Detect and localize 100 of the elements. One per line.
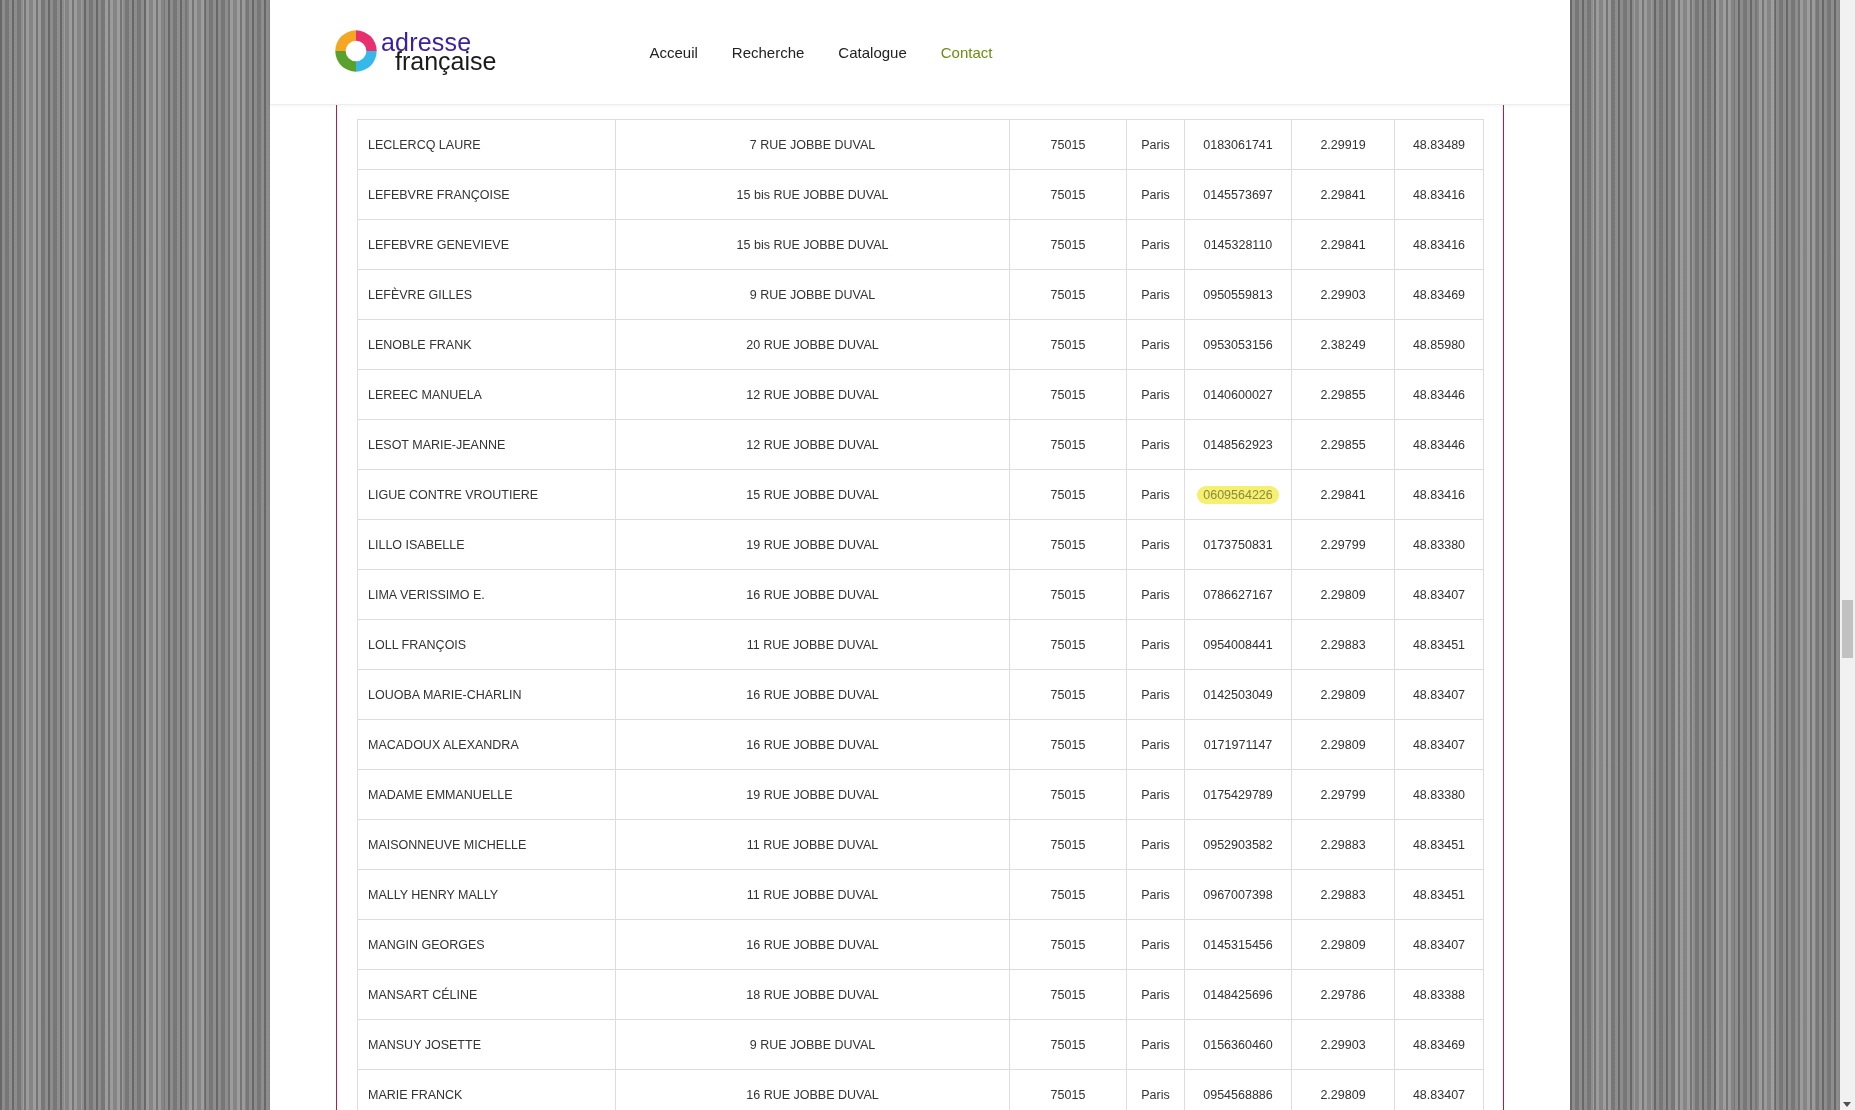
table-cell: 2.29855 [1291, 419, 1395, 470]
table-cell: 2.29809 [1291, 569, 1395, 620]
table-cell: 2.29799 [1291, 769, 1395, 820]
table-cell: Paris [1126, 219, 1185, 270]
table-cell: 48.83451 [1394, 869, 1484, 920]
table-cell: 2.29903 [1291, 1019, 1395, 1070]
table-cell: Paris [1126, 169, 1185, 220]
table-cell: Paris [1126, 519, 1185, 570]
table-cell: 15 RUE JOBBE DUVAL [615, 469, 1010, 520]
phone-number: 0145328110 [1202, 236, 1274, 254]
table-cell: 2.29799 [1291, 519, 1395, 570]
table-cell: MANSUY JOSETTE [357, 1019, 616, 1070]
table-cell: 75015 [1009, 269, 1127, 320]
table-cell: 12 RUE JOBBE DUVAL [615, 369, 1010, 420]
table-cell: 75015 [1009, 869, 1127, 920]
phone-number: 0950559813 [1202, 286, 1274, 304]
scroll-down-icon[interactable] [1843, 1102, 1851, 1107]
phone-number: 0183061741 [1202, 136, 1274, 154]
table-cell: 48.85980 [1394, 319, 1484, 370]
table-cell: MANGIN GEORGES [357, 919, 616, 970]
scrollbar-thumb[interactable] [1842, 600, 1853, 658]
phone-number: 0148562923 [1202, 436, 1274, 454]
table-cell: 48.83416 [1394, 169, 1484, 220]
table-cell: 48.83489 [1394, 119, 1484, 170]
phone-number: 0175429789 [1202, 786, 1274, 804]
table-cell: 75015 [1009, 519, 1127, 570]
phone-number: 0954008441 [1202, 636, 1274, 654]
table-cell: 19 RUE JOBBE DUVAL [615, 769, 1010, 820]
nav-link[interactable]: Catalogue [838, 43, 907, 61]
table-cell: Paris [1126, 319, 1185, 370]
table-cell: LOLL FRANÇOIS [357, 619, 616, 670]
table-cell: Paris [1126, 969, 1185, 1020]
table-cell: 16 RUE JOBBE DUVAL [615, 719, 1010, 770]
table-cell: 2.29841 [1291, 469, 1395, 520]
table-cell: Paris [1126, 569, 1185, 620]
table-cell: 75015 [1009, 469, 1127, 520]
table-cell: LEREEC MANUELA [357, 369, 616, 420]
table-cell: LILLO ISABELLE [357, 519, 616, 570]
nav-link[interactable]: Contact [940, 43, 993, 61]
table-cell: 2.29841 [1291, 169, 1395, 220]
phone-number: 0142503049 [1202, 686, 1274, 704]
table-cell: 9 RUE JOBBE DUVAL [615, 269, 1010, 320]
scrollbar[interactable] [1840, 0, 1855, 1110]
table-cell: 75015 [1009, 619, 1127, 670]
table-cell: 48.83416 [1394, 219, 1484, 270]
table-cell: Paris [1126, 769, 1185, 820]
table-cell: 2.29883 [1291, 619, 1395, 670]
table-cell: 18 RUE JOBBE DUVAL [615, 969, 1010, 1020]
table-cell: 2.29855 [1291, 369, 1395, 420]
table-cell: 75015 [1009, 1019, 1127, 1070]
table-cell: Paris [1126, 619, 1185, 670]
table-cell: 12 RUE JOBBE DUVAL [615, 419, 1010, 470]
table-cell: Paris [1126, 369, 1185, 420]
table-cell: Paris [1126, 119, 1185, 170]
phone-number: 0609564226 [1197, 485, 1279, 504]
ring-icon [333, 28, 379, 74]
table-cell: LIGUE CONTRE VROUTIERE [357, 469, 616, 520]
table-cell: 75015 [1009, 119, 1127, 170]
table-cell: Paris [1126, 669, 1185, 720]
table-cell: 2.29919 [1291, 119, 1395, 170]
table-cell: 2.29841 [1291, 219, 1395, 270]
table-cell: MAISONNEUVE MICHELLE [357, 819, 616, 870]
table-cell: LEFEBVRE GENEVIEVE [357, 219, 616, 270]
table-cell: 2.29903 [1291, 269, 1395, 320]
table-cell: Paris [1126, 869, 1185, 920]
table-cell: 48.83416 [1394, 469, 1484, 520]
phone-number: 0953053156 [1202, 336, 1274, 354]
table-cell: 15 bis RUE JOBBE DUVAL [615, 219, 1010, 270]
table-cell: 48.83407 [1394, 719, 1484, 770]
phone-number: 0173750831 [1202, 536, 1274, 554]
table-cell: 75015 [1009, 219, 1127, 270]
logo[interactable]: adresse française [333, 28, 497, 74]
phone-number: 0967007398 [1202, 886, 1274, 904]
table-cell: Paris [1126, 419, 1185, 470]
table-cell: 48.83407 [1394, 569, 1484, 620]
table-cell: Paris [1126, 469, 1185, 520]
table-cell: 75015 [1009, 169, 1127, 220]
table-cell: 75015 [1009, 319, 1127, 370]
table-cell: Paris [1126, 1019, 1185, 1070]
nav-link[interactable]: Recherche [731, 43, 805, 61]
phone-number: 0954568886 [1202, 1086, 1274, 1104]
phone-number: 0145315456 [1202, 936, 1274, 954]
table-cell: 9 RUE JOBBE DUVAL [615, 1019, 1010, 1070]
table-cell: Paris [1126, 269, 1185, 320]
table-cell: LECLERCQ LAURE [357, 119, 616, 170]
table-cell: 75015 [1009, 819, 1127, 870]
nav-link[interactable]: Acceuil [649, 43, 698, 61]
table-cell: 48.83446 [1394, 369, 1484, 420]
table-cell: 2.29809 [1291, 919, 1395, 970]
table-cell: LOUOBA MARIE-CHARLIN [357, 669, 616, 720]
table-cell: Paris [1126, 819, 1185, 870]
table-cell: 11 RUE JOBBE DUVAL [615, 619, 1010, 670]
table-cell: LEFÈVRE GILLES [357, 269, 616, 320]
table-cell: MARIE FRANCK [357, 1069, 616, 1110]
table-cell: 48.83388 [1394, 969, 1484, 1020]
phone-number: 0140600027 [1202, 386, 1274, 404]
table-cell: 15 bis RUE JOBBE DUVAL [615, 169, 1010, 220]
table-cell: 48.83446 [1394, 419, 1484, 470]
table-cell: 16 RUE JOBBE DUVAL [615, 919, 1010, 970]
table-cell: LEFEBVRE FRANÇOISE [357, 169, 616, 220]
